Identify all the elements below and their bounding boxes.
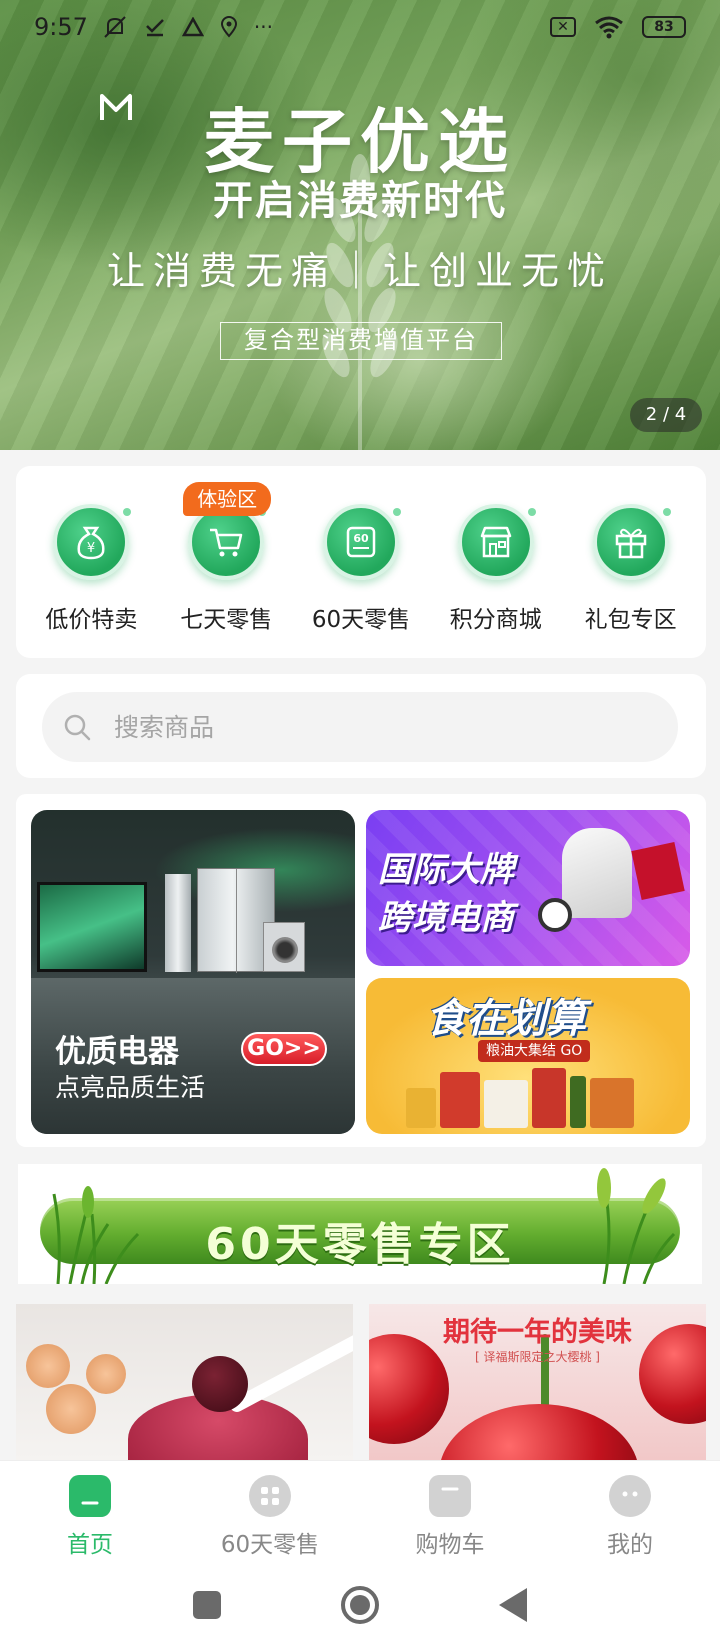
category-grid: ¥ 低价特卖 体验区 七天零售 60 60天零售 积分商城 礼包专区 (16, 466, 706, 658)
home-system-icon[interactable] (341, 1586, 379, 1624)
watch-image (538, 898, 572, 932)
search-bar[interactable] (42, 692, 678, 762)
nav-item-cart[interactable]: 购物车 (370, 1461, 530, 1560)
promo-appliances[interactable]: 优质电器 点亮品质生活 GO>> (31, 810, 355, 1134)
promo-food-ribbon: 粮油大集结 GO (478, 1040, 591, 1062)
hero-badge: 复合型消费增值平台 (220, 322, 502, 360)
more-icon: ··· (253, 15, 273, 39)
promo-appliances-title: 优质电器 (55, 1034, 179, 1070)
status-time: 9:57 (34, 13, 88, 41)
category-label: 低价特卖 (45, 607, 138, 633)
check-icon (146, 19, 164, 37)
promo-section: 优质电器 点亮品质生活 GO>> 国际大牌 跨境电商 食在划算 粮油大集结 GO (16, 794, 706, 1147)
product-tile-cherry[interactable]: 期待一年的美味 [ 译福斯限定之大樱桃 ] (369, 1304, 706, 1460)
hero-banner[interactable]: 9:57 ··· ✕ 83 麦子优选 开启消费新时代 让消费无痛｜让创业无忧 复… (0, 0, 720, 450)
category-item-seven-day-retail[interactable]: 体验区 七天零售 (161, 466, 291, 658)
backpack-image (562, 828, 632, 918)
category-label: 礼包专区 (584, 607, 677, 633)
60-calendar-icon: 60 (322, 504, 401, 580)
hero-subtitle: 开启消费新时代 (213, 178, 507, 224)
svg-text:¥: ¥ (87, 541, 95, 556)
recent-apps-icon[interactable] (193, 1591, 221, 1619)
grid-icon (249, 1475, 291, 1517)
battery-icon: 83 (642, 16, 686, 38)
bottom-navigation: 首页 60天零售 购物车 我的 (0, 1460, 720, 1560)
user-icon (609, 1475, 651, 1517)
location-icon (220, 16, 237, 38)
air-conditioner-image (165, 874, 191, 972)
nav-item-home[interactable]: 首页 (10, 1461, 170, 1560)
category-label: 积分商城 (449, 607, 542, 633)
store-icon (457, 504, 536, 580)
washer-image (263, 922, 305, 972)
mute-icon (104, 16, 126, 38)
zone-banner-title: 60天零售专区 (205, 1219, 515, 1270)
promo-cross-border-line1: 国际大牌 (378, 850, 514, 890)
go-button[interactable]: GO>> (241, 1032, 327, 1066)
no-sim-icon: ✕ (550, 17, 576, 37)
product-tile-bayberry[interactable] (16, 1304, 353, 1460)
search-icon (64, 714, 91, 741)
promo-food-title: 食在划算 (426, 996, 586, 1042)
sixty-day-zone-banner[interactable]: 60天零售专区 (18, 1164, 702, 1284)
promo-cross-border[interactable]: 国际大牌 跨境电商 (366, 810, 690, 966)
flower-image (86, 1354, 126, 1394)
back-icon[interactable] (499, 1588, 527, 1622)
category-item-points-mall[interactable]: 积分商城 (431, 466, 561, 658)
home-icon (69, 1475, 111, 1517)
drive-icon (181, 17, 204, 37)
system-navigation (0, 1560, 720, 1650)
nav-item-profile[interactable]: 我的 (550, 1461, 710, 1560)
promo-food[interactable]: 食在划算 粮油大集结 GO (366, 978, 690, 1134)
bayberry-image (192, 1356, 248, 1412)
product-cherry-title: 期待一年的美味 (443, 1317, 632, 1348)
search-input[interactable] (114, 712, 634, 742)
status-bar: 9:57 ··· ✕ 83 (0, 0, 720, 54)
promo-cross-border-title: 国际大牌 跨境电商 (378, 846, 514, 942)
promo-cross-border-line2: 跨境电商 (378, 898, 514, 938)
category-label: 60天零售 (311, 607, 411, 633)
search-section (16, 674, 706, 778)
promo-appliances-subtitle: 点亮品质生活 (55, 1073, 206, 1102)
flower-image (26, 1344, 70, 1388)
hero-tagline: 让消费无痛｜让创业无忧 (106, 249, 613, 293)
bag-icon (429, 1475, 471, 1517)
category-label: 七天零售 (180, 607, 273, 633)
flower-image (46, 1384, 96, 1434)
category-item-low-price-sale[interactable]: ¥ 低价特卖 (26, 466, 156, 658)
nav-item-sixty-day-retail[interactable]: 60天零售 (190, 1461, 350, 1560)
category-item-sixty-day-retail[interactable]: 60 60天零售 (296, 466, 426, 658)
nav-label: 购物车 (415, 1532, 485, 1558)
gift-box-image (631, 841, 685, 901)
spoon-image (227, 1331, 353, 1415)
nav-label: 60天零售 (220, 1532, 320, 1558)
tv-image (37, 882, 147, 972)
svg-text:60: 60 (353, 532, 369, 545)
banner-pager: 2 / 4 (630, 398, 702, 432)
nav-label: 我的 (607, 1532, 653, 1558)
nav-label: 首页 (67, 1532, 113, 1558)
trial-zone-badge: 体验区 (183, 482, 272, 516)
food-goods-image (406, 1064, 656, 1128)
category-item-gift-pack[interactable]: 礼包专区 (566, 466, 696, 658)
product-cherry-subtitle: [ 译福斯限定之大樱桃 ] (475, 1350, 600, 1364)
wifi-icon (595, 16, 623, 39)
cherry-main-image (439, 1404, 639, 1460)
gift-icon (592, 504, 671, 580)
money-bag-icon: ¥ (53, 504, 132, 580)
